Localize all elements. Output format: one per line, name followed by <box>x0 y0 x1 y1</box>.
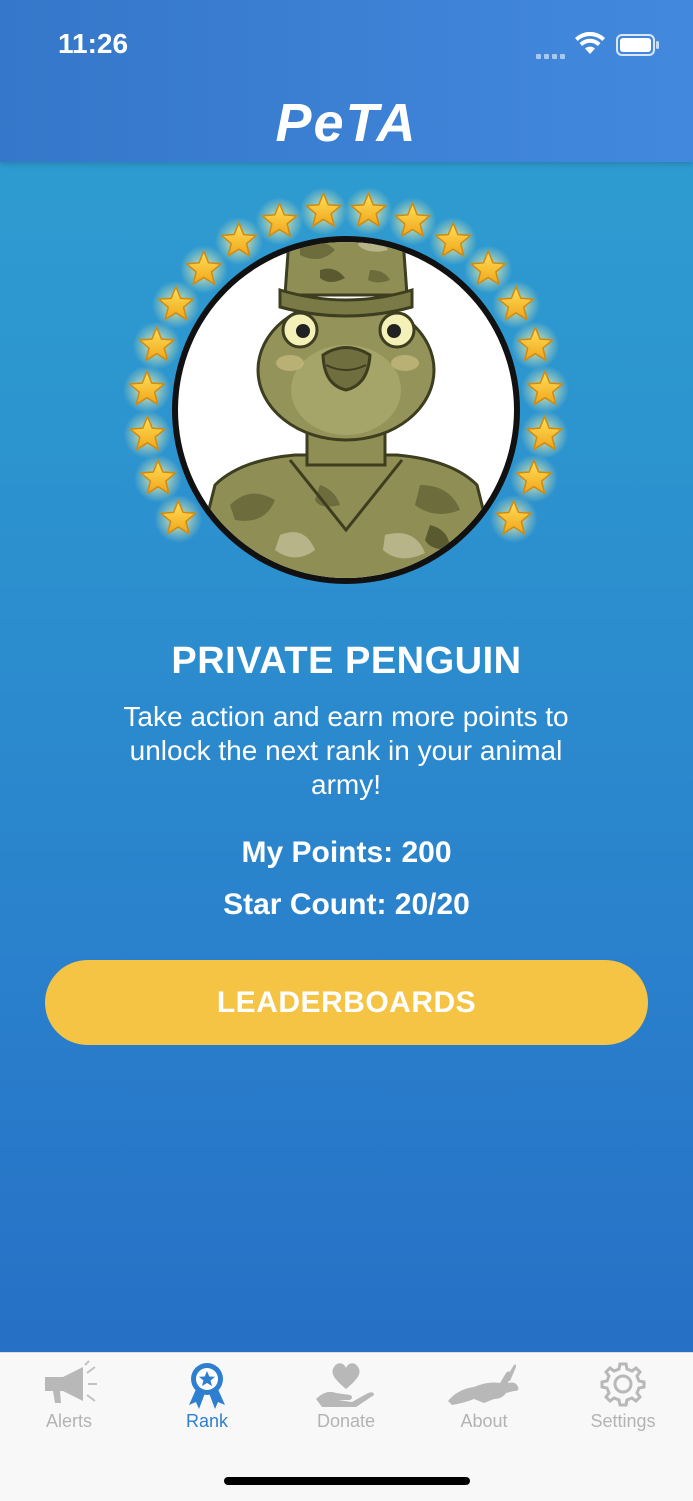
rank-star-icon <box>489 494 538 543</box>
rank-badge <box>123 187 569 584</box>
my-points: My Points: 200 <box>241 836 452 869</box>
status-time: 11:26 <box>58 28 129 59</box>
tab-about[interactable]: About <box>415 1359 553 1439</box>
tab-donate[interactable]: Donate <box>277 1359 415 1439</box>
rank-star-icon <box>520 410 569 459</box>
ribbon-badge-icon <box>189 1363 225 1409</box>
rank-star-icon <box>299 187 348 236</box>
battery-icon <box>616 34 659 56</box>
home-indicator <box>224 1477 470 1485</box>
rank-star-icon <box>134 454 183 503</box>
app-background: 11:26 PeTA PRIVATE PENGUIN Take action a… <box>0 0 693 1352</box>
rank-star-icon <box>521 365 569 414</box>
gear-icon <box>600 1362 646 1407</box>
heart-hand-icon <box>316 1363 374 1407</box>
tab-alerts[interactable]: Alerts <box>0 1359 138 1439</box>
rabbit-icon <box>448 1364 519 1405</box>
tab-settings[interactable]: Settings <box>554 1359 692 1439</box>
peta-logo: PeTA <box>275 93 418 153</box>
star-count: Star Count: 20/20 <box>223 888 470 921</box>
tab-alerts-label: Alerts <box>45 1411 92 1431</box>
rank-description: Take action and earn more points to unlo… <box>123 701 569 800</box>
rank-star-icon <box>492 280 541 329</box>
leaderboards-button[interactable]: LEADERBOARDS <box>45 960 648 1045</box>
tab-rank[interactable]: Rank <box>138 1359 276 1439</box>
rank-star-icon <box>123 410 172 459</box>
rank-title: PRIVATE PENGUIN <box>171 640 522 682</box>
rank-star-icon <box>132 321 181 370</box>
cellular-signal-icon <box>536 46 568 64</box>
header-bar: 11:26 PeTA <box>0 0 693 162</box>
tab-rank-label: Rank <box>185 1411 229 1431</box>
tab-about-label: About <box>460 1411 508 1431</box>
tab-settings-label: Settings <box>590 1411 656 1431</box>
wifi-icon <box>575 32 605 54</box>
rank-star-icon <box>344 187 393 236</box>
rank-star-icon <box>255 197 304 246</box>
rank-star-icon <box>123 365 171 414</box>
tab-donate-label: Donate <box>316 1411 376 1431</box>
megaphone-icon <box>45 1360 97 1403</box>
rank-star-icon <box>511 321 560 370</box>
